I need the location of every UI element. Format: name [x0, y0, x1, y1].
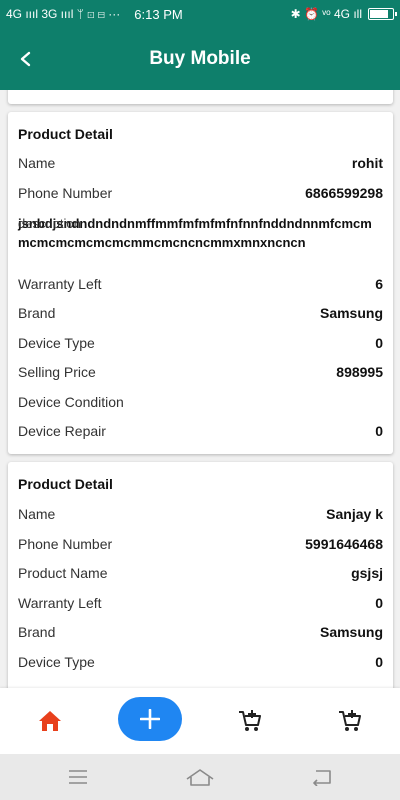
page-title: Buy Mobile [149, 48, 251, 69]
detail-row-device-condition: Device Condition [18, 391, 383, 413]
row-label: Warranty Left [18, 595, 102, 611]
status-right-icons: ✱ ⏰ ᵛᵒ 4G ıll [290, 7, 362, 21]
row-label: Brand [18, 305, 56, 321]
detail-row-selling-price: Selling Price 898995 [18, 361, 383, 383]
row-value: 6 [375, 276, 383, 292]
app-bar: Buy Mobile [0, 28, 400, 90]
row-label: Product Name [18, 565, 108, 581]
row-value: gsjsj [351, 565, 383, 581]
product-card[interactable]: Product Detail Name Sanjay k Phone Numbe… [8, 462, 393, 688]
detail-row-device-type: Device Type 0 [18, 332, 383, 354]
row-value: 0 [375, 595, 383, 611]
row-label: Device Repair [18, 423, 106, 439]
row-value: Samsung [319, 624, 383, 640]
row-value: 0 [375, 335, 383, 351]
row-value: 898995 [336, 364, 383, 380]
detail-row-brand: Brand Samsung [18, 302, 383, 324]
cart-icon [339, 710, 361, 731]
row-label: description [18, 216, 81, 231]
row-value: rohit [351, 155, 383, 171]
card-title: Product Detail [18, 126, 113, 142]
plus-icon [140, 709, 160, 729]
status-time: 6:13 PM [134, 6, 183, 22]
card-title: Product Detail [18, 476, 113, 492]
product-card-partial[interactable] [8, 90, 393, 104]
back-button[interactable] [4, 37, 48, 81]
product-list[interactable]: Product Detail Name rohit Phone Number 6… [0, 90, 400, 688]
status-right-indicators: ✱ ⏰ ᵛᵒ 4G ıll [290, 7, 397, 21]
row-value: Sanjay k [326, 506, 383, 522]
detail-row-phone: Phone Number 6866599298 [18, 182, 383, 204]
battery-level [370, 10, 388, 18]
row-label: Warranty Left [18, 276, 102, 292]
row-label: Selling Price [18, 364, 96, 380]
nav-home-button[interactable] [20, 688, 80, 754]
row-value: 6866599298 [305, 185, 383, 201]
row-label: Name [18, 155, 56, 171]
detail-row-phone: Phone Number 5991646468 [18, 533, 383, 555]
row-label: Phone Number [18, 536, 113, 552]
row-label: Name [18, 506, 56, 522]
detail-row-name: Name rohit [18, 152, 383, 174]
system-back-icon [313, 770, 331, 786]
bottom-nav [0, 688, 400, 754]
system-menu-button[interactable] [50, 754, 106, 800]
menu-icon [69, 770, 87, 784]
system-nav-bar [0, 754, 400, 800]
row-value: 0 [375, 654, 383, 670]
home-icon [39, 711, 61, 731]
add-to-cart-icon [239, 710, 261, 731]
system-home-button[interactable] [172, 754, 228, 800]
row-value: Samsung [319, 305, 383, 321]
row-label: Phone Number [18, 185, 113, 201]
detail-row-warranty: Warranty Left 0 [18, 592, 383, 614]
detail-row-warranty: Warranty Left 6 [18, 273, 383, 295]
system-back-button[interactable] [294, 754, 350, 800]
nav-cart-button[interactable] [320, 688, 380, 754]
row-label: Device Condition [18, 394, 124, 410]
detail-row-brand: Brand Samsung [18, 621, 383, 643]
status-bar: 4G ıııl 3G ıııl ᛘ ⊡ ⊟ ··· 6:13 PM ✱ ⏰ ᵛᵒ… [0, 0, 400, 28]
battery-icon [368, 8, 397, 20]
status-left-indicators: 4G ıııl 3G ıııl ᛘ ⊡ ⊟ ··· [6, 7, 121, 21]
row-value: 0 [375, 423, 383, 439]
detail-row-device-repair: Device Repair 0 [18, 420, 383, 442]
row-label: Brand [18, 624, 56, 640]
row-label: Device Type [18, 335, 95, 351]
add-button[interactable] [118, 697, 182, 741]
detail-row-description: description jsnbdjsndndndndnmffmmfmfmfmf… [18, 214, 383, 252]
product-card[interactable]: Product Detail Name rohit Phone Number 6… [8, 112, 393, 454]
row-label: Device Type [18, 654, 95, 670]
nav-add-to-cart-button[interactable] [220, 688, 280, 754]
back-arrow-icon [20, 51, 31, 67]
detail-row-device-type: Device Type 0 [18, 651, 383, 673]
detail-row-product-name: Product Name gsjsj [18, 562, 383, 584]
row-value: 5991646468 [305, 536, 383, 552]
detail-row-name: Name Sanjay k [18, 503, 383, 525]
system-home-icon [186, 769, 214, 786]
